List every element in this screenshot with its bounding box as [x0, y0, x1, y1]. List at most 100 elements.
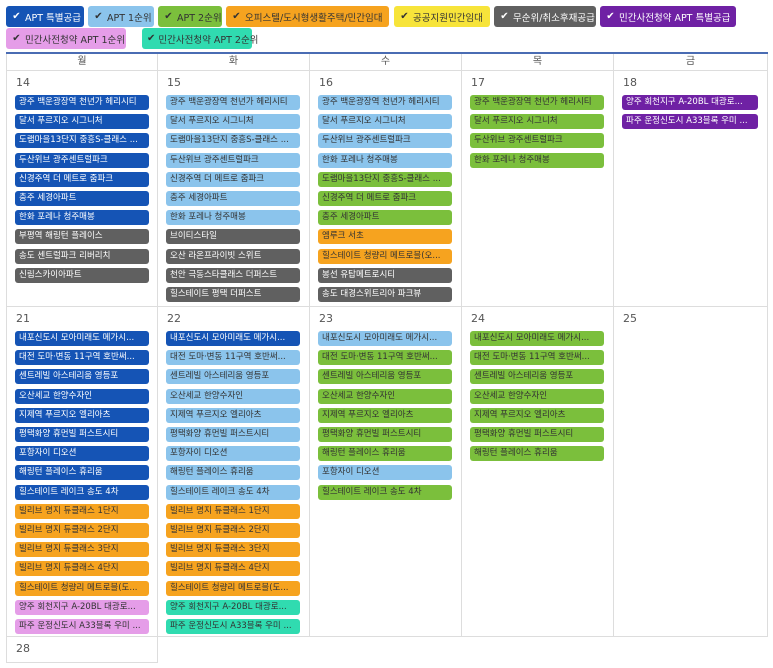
calendar-event[interactable]: 힐스테이트 평택 더퍼스트 — [166, 287, 300, 302]
calendar-event[interactable]: 해링턴 플레이스 휴리움 — [470, 446, 604, 462]
day-cell[interactable]: 21 내포신도시 모아미래도 메가시... 대전 도마·변동 11구역 호반써...… — [6, 307, 158, 637]
calendar-event[interactable]: 오산 라온프라이빗 스위트 — [166, 248, 300, 264]
calendar-event[interactable]: 파주 운정신도시 A33블록 우미 ... — [15, 619, 149, 634]
calendar-event[interactable]: 오산세교 한양수자인 — [318, 388, 452, 404]
calendar-event[interactable]: 대전 도마·변동 11구역 호반써... — [318, 350, 452, 366]
calendar-event[interactable]: 달서 푸르지오 시그니처 — [15, 114, 149, 130]
calendar-event[interactable]: 빌리브 명지 듀클래스 3단지 — [166, 542, 300, 558]
calendar-event[interactable]: 송도 센트럴파크 리버리치 — [15, 248, 149, 264]
calendar-event[interactable]: 빌리브 명지 듀클래스 3단지 — [15, 542, 149, 558]
calendar-event[interactable]: 양주 회천지구 A-20BL 대광로... — [15, 599, 149, 615]
legend-filter-0[interactable]: ✔ APT 특별공급 — [6, 6, 84, 27]
calendar-event[interactable]: 포항자이 디오션 — [15, 446, 149, 462]
calendar-event[interactable]: 파주 운정신도시 A33블록 우미 ... — [166, 619, 300, 634]
calendar-event[interactable]: 도램마을13단지 중흥S-클래스 ... — [15, 133, 149, 149]
calendar-event[interactable]: 대전 도마·변동 11구역 호반써... — [166, 350, 300, 366]
calendar-event[interactable]: 힐스테이트 청량리 메트로블(도... — [166, 580, 300, 596]
calendar-event[interactable]: 파주 운정신도시 A33블록 우미 ... — [622, 114, 758, 130]
calendar-event[interactable]: 오산세교 한양수자인 — [470, 388, 604, 404]
calendar-event[interactable]: 충주 세경아파트 — [318, 210, 452, 226]
day-cell[interactable]: 15 광주 백운광장역 천년가 헤리시티 달서 푸르지오 시그니처 도램마을13단지 … — [158, 71, 310, 307]
calendar-event[interactable]: 부평역 해링턴 플레이스 — [15, 229, 149, 245]
legend-filter-5[interactable]: ✔ 무순위/취소후재공급 — [494, 6, 596, 27]
calendar-event[interactable]: 지제역 푸르지오 엘리아츠 — [15, 407, 149, 423]
day-cell[interactable]: 18 양주 회천지구 A-20BL 대광로... 파주 운정신도시 A33블록 우미… — [614, 71, 768, 307]
calendar-event[interactable]: 한화 포레나 청주매봉 — [15, 210, 149, 226]
legend-filter-2[interactable]: ✔ APT 2순위 — [158, 6, 222, 27]
calendar-event[interactable]: 내포신도시 모아미래도 메가시... — [15, 331, 149, 346]
calendar-event[interactable]: 내포신도시 모아미래도 메가시... — [318, 331, 452, 346]
calendar-event[interactable]: 신경주역 더 메트로 줌파크 — [15, 171, 149, 187]
day-cell[interactable]: 28 — [6, 637, 158, 663]
calendar-event[interactable]: 신경주역 더 메트로 줌파크 — [318, 191, 452, 206]
calendar-event[interactable]: 빌리브 명지 듀클래스 2단지 — [15, 523, 149, 538]
calendar-event[interactable]: 신경주역 더 메트로 줌파크 — [166, 171, 300, 187]
calendar-event[interactable]: 포항자이 디오션 — [318, 465, 452, 481]
calendar-event[interactable]: 센트레빌 아스테리움 영등포 — [318, 369, 452, 385]
calendar-event[interactable]: 한화 포레나 청주매봉 — [166, 210, 300, 226]
calendar-event[interactable]: 광주 백운광장역 천년가 헤리시티 — [166, 95, 300, 110]
calendar-event[interactable]: 빌리브 명지 듀클래스 4단지 — [166, 561, 300, 577]
calendar-event[interactable]: 두산위브 광주센트럴파크 — [166, 152, 300, 168]
calendar-event[interactable]: 한화 포레나 청주매봉 — [318, 152, 452, 168]
calendar-event[interactable]: 힐스테이트 청량리 메트로블(오... — [318, 248, 452, 264]
day-cell[interactable]: 22 내포신도시 모아미래도 메가시... 대전 도마·변동 11구역 호반써...… — [158, 307, 310, 637]
legend-filter-7[interactable]: ✔ 민간사전청약 APT 1순위 — [6, 28, 126, 49]
calendar-event[interactable]: 빌리브 명지 듀클래스 1단지 — [15, 503, 149, 519]
calendar-event[interactable]: 빌리브 명지 듀클래스 1단지 — [166, 503, 300, 519]
calendar-event[interactable]: 도램마을13단지 중흥S-클래스 ... — [318, 171, 452, 187]
calendar-event[interactable]: 오산세교 한양수자인 — [15, 388, 149, 404]
calendar-event[interactable]: 평택화양 휴먼빌 퍼스트시티 — [15, 427, 149, 442]
calendar-event[interactable]: 천안 극동스타클래스 더퍼스트 — [166, 267, 300, 283]
calendar-event[interactable]: 신림스카이아파트 — [15, 267, 149, 283]
calendar-event[interactable]: 광주 백운광장역 천년가 헤리시티 — [470, 95, 604, 110]
calendar-event[interactable]: 평택화양 휴먼빌 퍼스트시티 — [470, 427, 604, 442]
legend-filter-3[interactable]: ✔ 오피스텔/도시형생활주택/민간임대 — [226, 6, 389, 27]
day-cell[interactable]: 17 광주 백운광장역 천년가 헤리시티 달서 푸르지오 시그니처 두산위브 광주센트… — [462, 71, 614, 307]
calendar-event[interactable]: 해링턴 플레이스 휴리움 — [318, 446, 452, 462]
calendar-event[interactable]: 광주 백운광장역 천년가 헤리시티 — [318, 95, 452, 110]
day-cell[interactable]: 25 — [614, 307, 768, 637]
calendar-event[interactable]: 포항자이 디오션 — [166, 446, 300, 462]
calendar-event[interactable]: 광주 백운광장역 천년가 헤리시티 — [15, 95, 149, 110]
calendar-event[interactable]: 한화 포레나 청주매봉 — [470, 152, 604, 168]
legend-filter-4[interactable]: ✔ 공공지원민간임대 — [394, 6, 490, 27]
calendar-event[interactable]: 지제역 푸르지오 엘리아츠 — [318, 407, 452, 423]
day-cell[interactable]: 16 광주 백운광장역 천년가 헤리시티 달서 푸르지오 시그니처 두산위브 광주센트… — [310, 71, 462, 307]
legend-filter-1[interactable]: ✔ APT 1순위 — [88, 6, 154, 27]
calendar-event[interactable]: 센트레빌 아스테리움 영등포 — [166, 369, 300, 385]
calendar-event[interactable]: 빌리브 명지 듀클래스 4단지 — [15, 561, 149, 577]
calendar-event[interactable]: 달서 푸르지오 시그니처 — [318, 114, 452, 130]
legend-filter-6[interactable]: ✔ 민간사전청약 APT 특별공급 — [600, 6, 736, 27]
calendar-event[interactable]: 지제역 푸르지오 엘리아츠 — [470, 407, 604, 423]
calendar-event[interactable]: 엠루크 서초 — [318, 229, 452, 245]
calendar-event[interactable]: 힐스테이트 청량리 메트로블(도... — [15, 580, 149, 596]
calendar-event[interactable]: 내포신도시 모아미래도 메가시... — [470, 331, 604, 346]
calendar-event[interactable]: 평택화양 휴먼빌 퍼스트시티 — [318, 427, 452, 442]
calendar-event[interactable]: 힐스테이트 레이크 송도 4차 — [15, 484, 149, 500]
calendar-event[interactable]: 대전 도마·변동 11구역 호반써... — [15, 350, 149, 366]
calendar-event[interactable]: 봉선 유탑메트로시티 — [318, 267, 452, 283]
calendar-event[interactable]: 센트레빌 아스테리움 영등포 — [15, 369, 149, 385]
legend-filter-8[interactable]: ✔ 민간사전청약 APT 2순위 — [142, 28, 258, 49]
calendar-event[interactable]: 브이티스타일 — [166, 229, 300, 245]
day-cell[interactable]: 14 광주 백운광장역 천년가 헤리시티 달서 푸르지오 시그니처 도램마을13단지 … — [6, 71, 158, 307]
calendar-event[interactable]: 두산위브 광주센트럴파크 — [15, 152, 149, 168]
calendar-event[interactable]: 평택화양 휴먼빌 퍼스트시티 — [166, 427, 300, 442]
day-cell[interactable]: 23 내포신도시 모아미래도 메가시... 대전 도마·변동 11구역 호반써...… — [310, 307, 462, 637]
calendar-event[interactable]: 양주 회천지구 A-20BL 대광로... — [166, 599, 300, 615]
calendar-event[interactable]: 오산세교 한양수자인 — [166, 388, 300, 404]
calendar-event[interactable]: 내포신도시 모아미래도 메가시... — [166, 331, 300, 346]
calendar-event[interactable]: 달서 푸르지오 시그니처 — [166, 114, 300, 130]
calendar-event[interactable]: 해링턴 플레이스 휴리움 — [166, 465, 300, 481]
calendar-event[interactable]: 달서 푸르지오 시그니처 — [470, 114, 604, 130]
calendar-event[interactable]: 두산위브 광주센트럴파크 — [470, 133, 604, 149]
calendar-event[interactable]: 빌리브 명지 듀클래스 2단지 — [166, 523, 300, 538]
calendar-event[interactable]: 도램마을13단지 중흥S-클래스 ... — [166, 133, 300, 149]
calendar-event[interactable]: 센트레빌 아스테리움 영등포 — [470, 369, 604, 385]
calendar-event[interactable]: 힐스테이트 레이크 송도 4차 — [166, 484, 300, 500]
day-cell[interactable]: 24 내포신도시 모아미래도 메가시... 대전 도마·변동 11구역 호반써...… — [462, 307, 614, 637]
calendar-event[interactable]: 해링턴 플레이스 휴리움 — [15, 465, 149, 481]
calendar-event[interactable]: 지제역 푸르지오 엘리아츠 — [166, 407, 300, 423]
calendar-event[interactable]: 충주 세경아파트 — [15, 191, 149, 206]
